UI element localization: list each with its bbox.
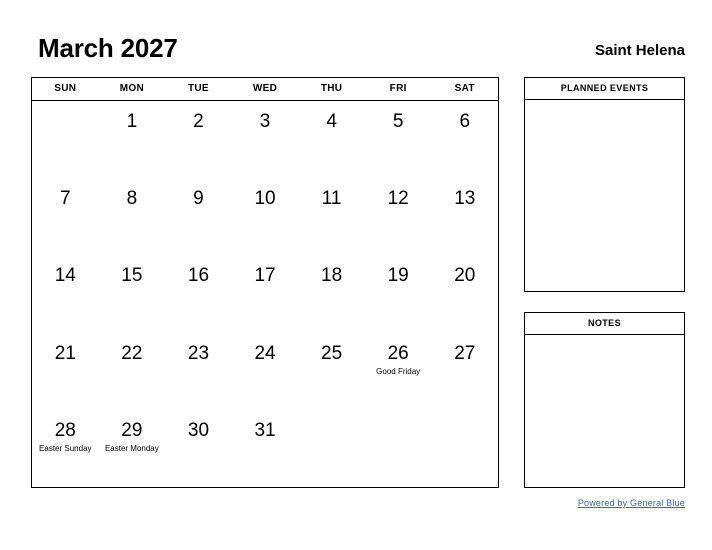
day-cell[interactable]: 13 [431,178,498,255]
weekday-header-sat: SAT [454,83,475,94]
day-number: 2 [193,111,204,132]
day-number: 19 [387,265,409,287]
day-cell-empty [32,101,99,178]
day-number: 20 [454,265,476,287]
day-cell-empty [365,410,432,487]
day-number: 21 [54,342,76,364]
powered-by-link[interactable]: Powered by General Blue [578,498,685,508]
day-cell[interactable]: 11 [298,178,365,255]
day-number: 23 [187,342,210,364]
day-number: 8 [126,188,138,210]
weekday-header-tue: TUE [187,83,209,94]
day-number: 4 [326,111,337,132]
day-number: 14 [54,265,76,287]
day-cell[interactable]: 15 [99,255,166,332]
day-number: 16 [187,265,210,287]
day-number: 12 [387,188,409,210]
day-event-label: Easter Monday [104,443,159,453]
calendar-week-row: 14 15 16 17 18 19 20 [32,255,498,332]
notes-body[interactable] [525,335,684,488]
planned-events-title: PLANNED EVENTS [525,78,684,100]
weekday-header-mon: MON [119,83,144,94]
day-cell[interactable]: 14 [32,255,99,332]
day-cell[interactable]: 21 [32,333,99,410]
calendar-week-row: 28 Easter Sunday 29 Easter Monday 30 31 [32,410,498,487]
day-cell[interactable]: 29 Easter Monday [99,410,166,487]
weekday-header-fri: FRI [389,83,407,94]
day-number: 24 [254,342,276,364]
day-cell[interactable]: 2 [165,101,232,178]
day-number: 18 [321,265,343,287]
day-cell[interactable]: 5 [365,101,432,178]
day-cell[interactable]: 23 [165,333,232,410]
calendar-grid: SUN MON TUE WED THU FRI SAT 1 2 3 4 5 6 7 8 9 10 11 12 13 1… [31,77,499,488]
weekday-header-sun: SUN [54,83,77,94]
day-cell[interactable]: 31 [232,410,299,487]
day-number: 3 [259,111,271,132]
day-cell[interactable]: 9 [165,178,232,255]
notes-title: NOTES [525,313,684,335]
day-cell[interactable]: 20 [431,255,498,332]
day-number: 11 [321,188,342,210]
day-cell[interactable]: 6 [431,101,498,178]
day-number: 30 [187,419,210,441]
day-number: 25 [321,342,343,364]
planned-events-body[interactable] [525,100,684,292]
day-number: 15 [121,265,143,287]
page-title: March 2027 [38,33,178,63]
day-number: 28 [54,419,76,441]
day-cell[interactable]: 28 Easter Sunday [32,410,99,487]
day-number: 1 [126,111,138,132]
weekday-header-thu: THU [320,83,343,94]
day-number: 5 [392,111,404,132]
day-cell[interactable]: 4 [298,101,365,178]
day-cell[interactable]: 17 [232,255,299,332]
day-number: 9 [193,188,204,210]
day-number: 6 [459,111,471,132]
day-number: 13 [454,188,476,210]
day-number: 26 [387,342,409,364]
location-label: Saint Helena [594,42,685,59]
day-cell[interactable]: 7 [32,178,99,255]
weekday-header-row: SUN MON TUE WED THU FRI SAT [32,78,498,101]
day-cell[interactable]: 8 [99,178,166,255]
day-cell[interactable]: 12 [365,178,432,255]
day-cell[interactable]: 10 [232,178,299,255]
day-cell-empty [298,410,365,487]
notes-panel: NOTES [524,312,685,488]
day-event-label: Easter Sunday [39,443,92,453]
calendar-week-row: 21 22 23 24 25 26 Good Friday 27 [32,333,498,410]
day-cell[interactable]: 16 [165,255,232,332]
calendar-week-row: 1 2 3 4 5 6 [32,101,498,178]
day-cell[interactable]: 3 [232,101,299,178]
day-number: 7 [60,188,71,210]
day-event-label: Good Friday [376,366,421,376]
day-number: 31 [254,419,276,441]
day-cell[interactable]: 27 [431,333,498,410]
day-number: 29 [121,419,143,441]
day-number: 22 [121,342,143,364]
day-cell[interactable]: 18 [298,255,365,332]
day-number: 10 [254,188,276,210]
day-cell[interactable]: 25 [298,333,365,410]
day-cell-empty [431,410,498,487]
day-cell[interactable]: 19 [365,255,432,332]
day-number: 17 [254,265,276,287]
weekday-header-wed: WED [252,83,278,94]
day-cell[interactable]: 30 [165,410,232,487]
planned-events-panel: PLANNED EVENTS [524,77,685,292]
day-cell[interactable]: 22 [99,333,166,410]
day-number: 27 [454,342,476,364]
day-cell[interactable]: 24 [232,333,299,410]
calendar-week-row: 7 8 9 10 11 12 13 [32,178,498,255]
day-cell[interactable]: 1 [99,101,166,178]
calendar-weeks: 1 2 3 4 5 6 7 8 9 10 11 12 13 14 15 16 17 18 19 20 21 22 23 24 2… [32,101,498,487]
day-cell[interactable]: 26 Good Friday [365,333,432,410]
